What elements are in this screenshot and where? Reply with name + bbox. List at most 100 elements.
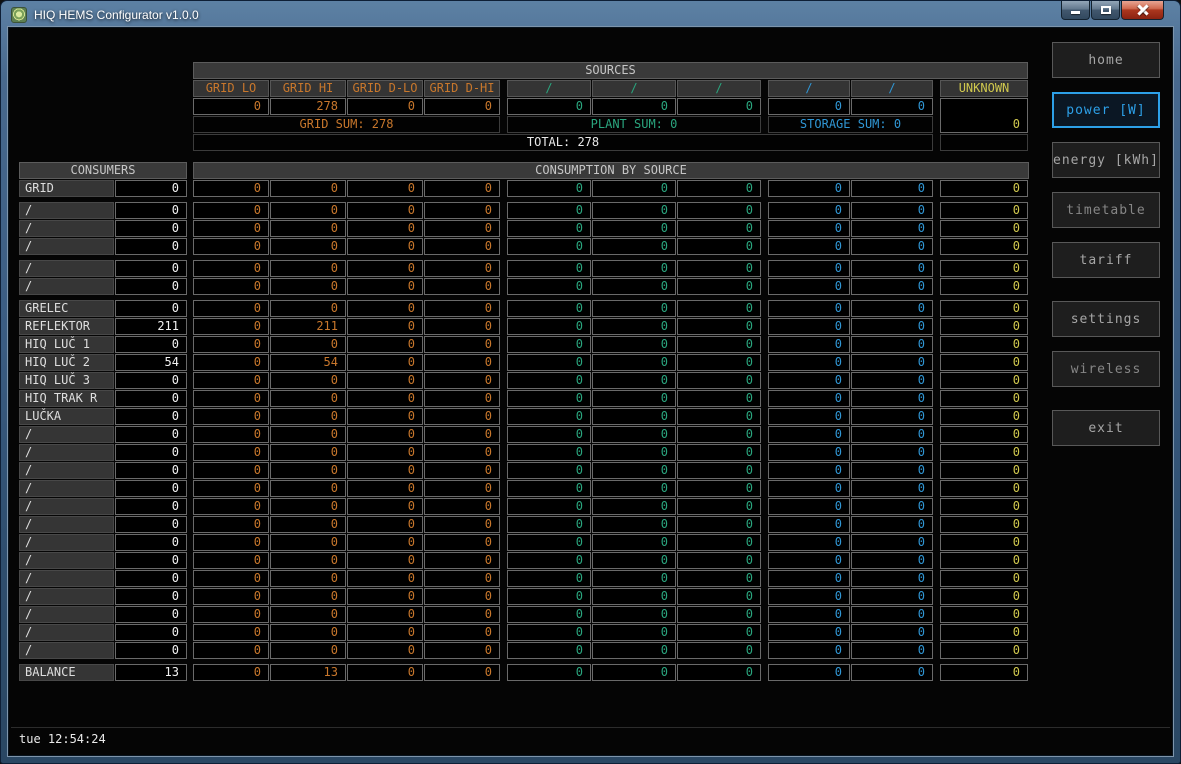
consumption-cell: 0 [592,606,676,623]
close-button[interactable] [1121,1,1164,20]
consumption-cell: 0 [940,570,1028,587]
consumption-cell: 0 [507,498,591,515]
consumption-cell: 0 [592,480,676,497]
consumption-cell: 0 [424,588,500,605]
consumption-cell: 0 [270,202,346,219]
consumption-cell: 0 [940,664,1028,681]
sidebar-button-home[interactable]: home [1052,42,1160,78]
consumption-cell: 0 [940,498,1028,515]
consumer-group: /0/0 [19,260,187,295]
consumer-value: 0 [115,220,187,237]
minimize-button[interactable] [1061,1,1090,20]
consumer-label: / [19,220,114,237]
consumption-cell: 0 [270,278,346,295]
sidebar-button-wireless[interactable]: wireless [1052,351,1160,387]
consumption-cell: 0 [424,336,500,353]
consumption-cell: 0 [193,534,269,551]
consumption-cell: 0 [193,462,269,479]
consumption-cell: 0 [768,444,850,461]
consumer-value: 0 [115,570,187,587]
consumption-cell: 0 [424,552,500,569]
consumption-cell: 0 [768,408,850,425]
consumption-cell: 0 [677,318,761,335]
consumption-group: 000000000000000000000000000000 [193,202,1029,255]
consumption-cell: 0 [347,552,423,569]
source-value: 278 [270,98,346,115]
consumption-cell: 0 [677,534,761,551]
consumption-cell: 0 [347,570,423,587]
consumption-cell: 0 [768,664,850,681]
consumer-value: 0 [115,426,187,443]
consumption-cell: 0 [592,552,676,569]
consumption-cell: 0 [940,180,1028,197]
sidebar-button-exit[interactable]: exit [1052,410,1160,446]
app-icon [11,6,27,23]
consumption-cell: 0 [193,220,269,237]
consumption-cell: 0 [193,588,269,605]
sidebar-button-tariff[interactable]: tariff [1052,242,1160,278]
consumption-cell: 0 [851,318,933,335]
sidebar-button-settings[interactable]: settings [1052,301,1160,337]
sidebar-button-timetable[interactable]: timetable [1052,192,1160,228]
consumption-cell: 0 [347,588,423,605]
consumption-cell: 0 [592,498,676,515]
consumer-value: 0 [115,606,187,623]
consumption-cell: 0 [768,462,850,479]
maximize-button[interactable] [1091,1,1120,20]
titlebar[interactable]: HIQ HEMS Configurator v1.0.0 [1,1,1180,28]
consumer-value: 0 [115,516,187,533]
consumption-cell: 0 [677,498,761,515]
consumption-cell: 0 [193,390,269,407]
clock: tue 12:54:24 [19,732,106,746]
consumption-cell: 0 [851,220,933,237]
source-sum: STORAGE SUM: 0 [768,116,933,133]
window-title: HIQ HEMS Configurator v1.0.0 [34,7,199,22]
consumption-cell: 0 [940,480,1028,497]
consumption-cell: 0 [507,372,591,389]
consumption-cell: 0 [193,202,269,219]
consumption-cell: 0 [768,588,850,605]
consumption-cell: 0 [424,300,500,317]
consumer-label: / [19,202,114,219]
consumption-cell: 0 [851,238,933,255]
consumption-cell: 0 [851,444,933,461]
sidebar-button-energy-kwh[interactable]: energy [kWh] [1052,142,1160,178]
consumer-label: / [19,516,114,533]
consumption-cell: 0 [592,390,676,407]
consumption-cell: 0 [270,390,346,407]
consumer-label: / [19,570,114,587]
consumption-cell: 0 [851,260,933,277]
source-column-header: / [768,80,850,97]
consumption-cell: 0 [424,480,500,497]
consumption-cell: 0 [592,354,676,371]
consumption-cell: 0 [851,180,933,197]
consumption-cell: 0 [768,642,850,659]
consumption-cell: 0 [768,552,850,569]
sources-table: SOURCES GRID LO GRID HI GRID D-LO GRID D-HI… [193,62,1028,151]
source-column-header: / [592,80,676,97]
consumption-cell: 0 [940,606,1028,623]
consumption-cell: 0 [940,426,1028,443]
consumer-value: 0 [115,588,187,605]
consumption-cell: 0 [592,570,676,587]
consumption-cell: 0 [940,462,1028,479]
consumption-cell: 0 [507,260,591,277]
consumption-cell: 0 [677,238,761,255]
consumer-label: / [19,624,114,641]
sidebar-button-power-w[interactable]: power [W] [1052,92,1160,128]
consumption-cell: 0 [270,534,346,551]
source-sum: GRID SUM: 278 [193,116,500,133]
consumer-label: GRID [19,180,114,197]
consumption-cell: 0 [270,588,346,605]
consumer-value: 0 [115,260,187,277]
consumption-cell: 0 [851,372,933,389]
consumption-cell: 0 [592,444,676,461]
consumption-cell: 0 [677,588,761,605]
consumption-cell: 0 [592,238,676,255]
consumption-group: 00000000000000000000 [193,260,1029,295]
consumption-cell: 0 [592,300,676,317]
consumer-value: 0 [115,552,187,569]
consumer-label: REFLEKTOR [19,318,114,335]
consumption-cell: 0 [507,426,591,443]
consumption-cell: 0 [507,390,591,407]
